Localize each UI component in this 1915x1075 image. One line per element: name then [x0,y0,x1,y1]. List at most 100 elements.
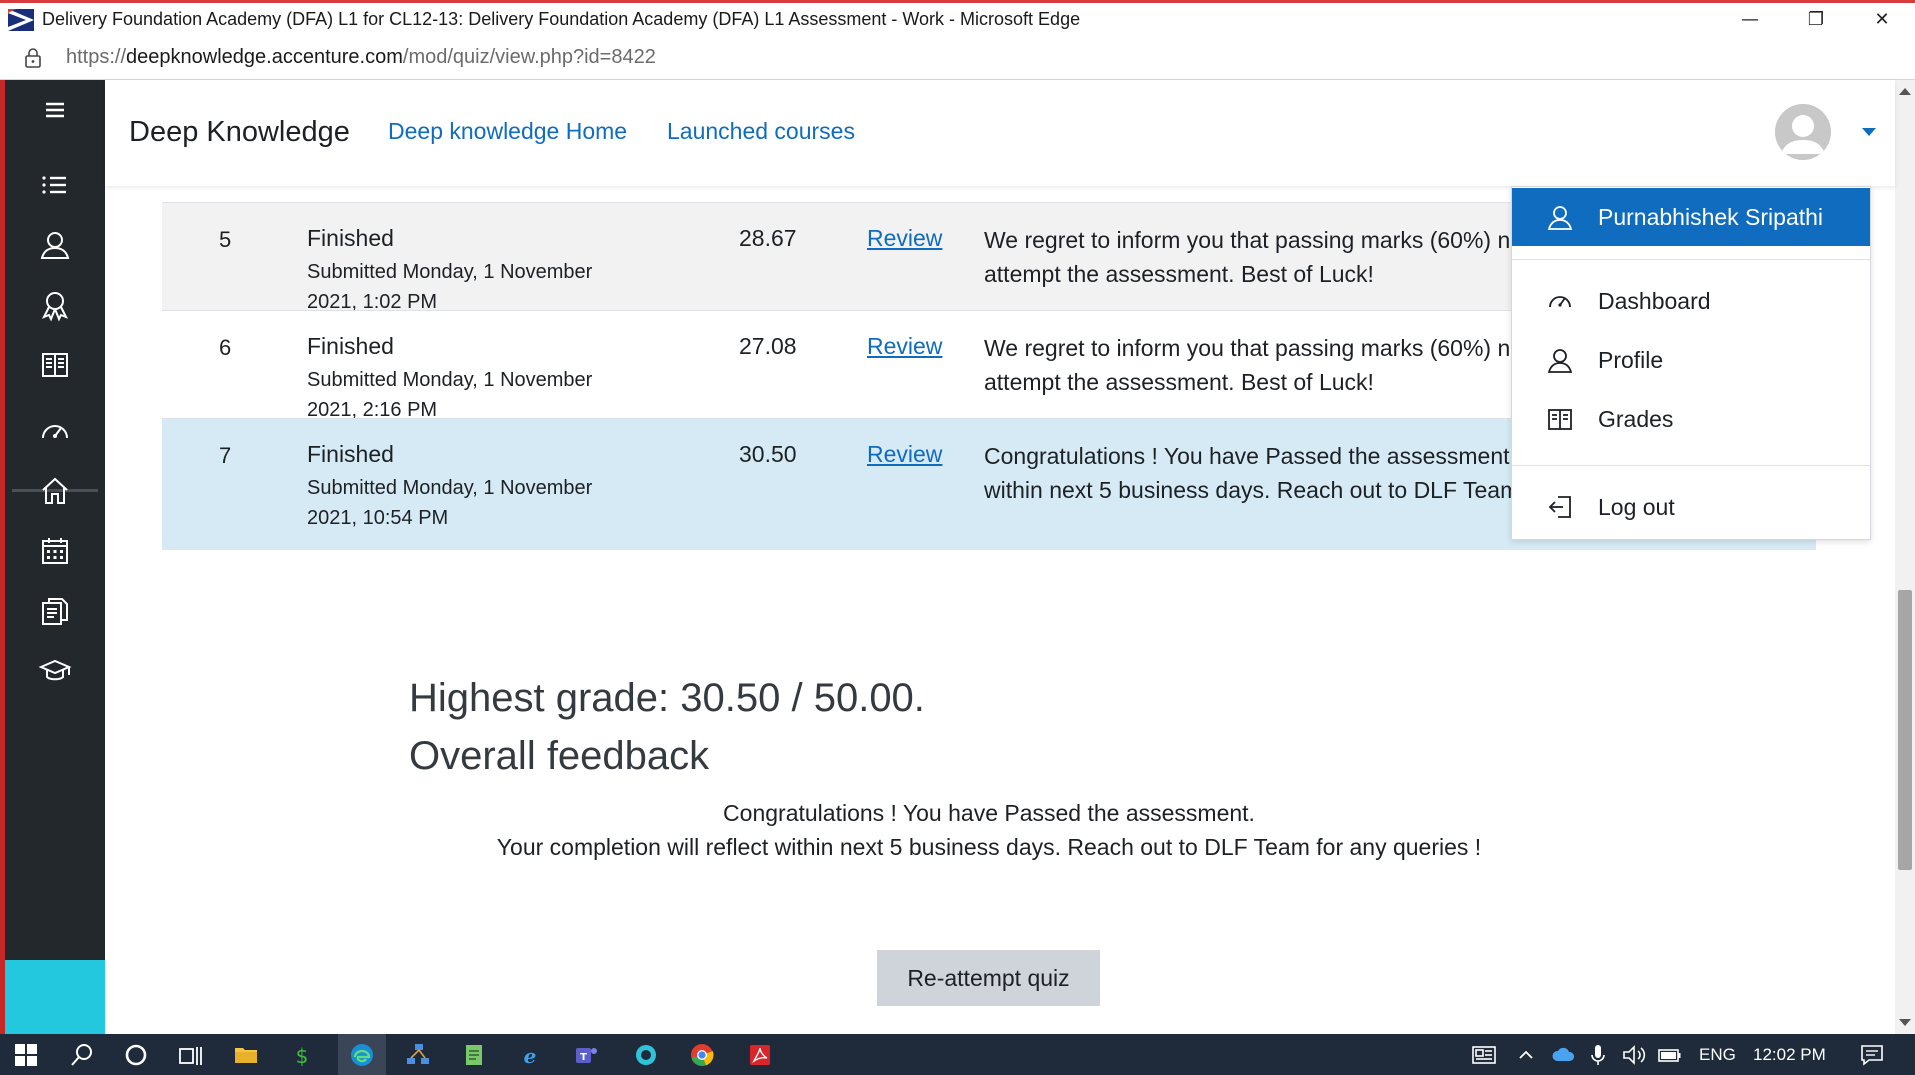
battery-button[interactable] [1646,1034,1694,1075]
attempt-grade: 28.67 [739,225,797,251]
overall-feedback-line: Congratulations ! You have Passed the as… [723,800,1255,826]
menu-divider [1512,259,1870,260]
home-icon [42,477,68,504]
address-bar[interactable]: https://deepknowledge.accenture.com/mod/… [0,36,1915,80]
webex-icon [636,1044,656,1065]
nav-course-index[interactable] [5,155,105,215]
nav-site-home[interactable] [5,461,105,521]
taskbar-network-app[interactable] [394,1034,442,1075]
review-link[interactable]: Review [867,441,942,468]
scroll-up-icon[interactable] [1899,88,1911,95]
scrollbar-thumb[interactable] [1898,590,1912,870]
menu-item-label: Dashboard [1598,287,1711,314]
nav-competencies[interactable] [5,335,105,395]
menu-item-dashboard[interactable]: Dashboard [1512,272,1870,330]
taskbar-acrobat[interactable] [736,1034,784,1075]
menu-item-grades[interactable]: Grades [1512,390,1870,448]
folder-icon [235,1047,257,1063]
attempt-grade: 30.50 [739,441,797,467]
review-link[interactable]: Review [867,225,942,252]
dashboard-icon [42,425,68,439]
taskbar-chrome[interactable] [678,1034,726,1075]
taskbar-money-app[interactable]: $ [278,1034,326,1075]
internet-explorer-icon: e [524,1044,537,1068]
page-scrollbar[interactable] [1895,80,1915,1034]
cortana-icon [125,1044,147,1065]
menu-divider [1512,465,1870,466]
nav-link-launched-courses[interactable]: Launched courses [667,118,855,145]
menu-item-label: Profile [1598,346,1664,373]
url-path: /mod/quiz/view.php?id=8422 [402,46,656,68]
url-host: deepknowledge.accenture.com [126,46,403,68]
attempt-submitted: Submitted Monday, 1 November 2021, 1:02 … [307,261,593,313]
attempt-number: 7 [219,443,232,468]
taskbar-file-explorer[interactable] [222,1034,270,1075]
scroll-down-icon[interactable] [1899,1019,1911,1026]
notifications-button[interactable] [1848,1034,1896,1075]
restore-button[interactable]: ❐ [1783,3,1849,36]
hamburger-menu-button[interactable] [5,80,105,140]
nav-my-courses[interactable] [5,641,105,701]
user-icon [40,232,70,259]
minimize-button[interactable]: — [1717,3,1783,36]
nav-participants[interactable] [5,215,105,275]
start-button[interactable] [2,1034,50,1075]
taskbar-internet-explorer[interactable]: e [506,1034,554,1075]
news-icon [1472,1045,1496,1064]
nav-link-home[interactable]: Deep knowledge Home [388,118,627,145]
close-button[interactable]: ✕ [1849,3,1915,36]
speaker-icon [1623,1044,1646,1065]
clock[interactable]: 12:02 PM [1753,1045,1826,1065]
attempt-state: Finished [307,333,394,359]
menu-item-label: Log out [1598,493,1675,520]
cortana-button[interactable] [112,1034,160,1075]
attempt-number: 5 [219,227,232,252]
lock-icon[interactable] [22,47,44,69]
window-titlebar: Delivery Foundation Academy (DFA) L1 for… [0,0,1915,36]
page-header: Deep Knowledge Deep knowledge Home Launc… [105,80,1895,186]
overall-feedback-text: Congratulations ! You have Passed the as… [162,796,1816,864]
windows-taskbar: $ e T ENG 12:02 PM [0,1034,1915,1075]
chevron-down-icon[interactable] [1862,128,1876,136]
reattempt-quiz-button[interactable]: Re-attempt quiz [877,950,1100,1006]
user-menu-profile-name[interactable]: Purnabhishek Sripathi [1512,188,1870,246]
nav-accent-block [5,960,105,1034]
attempt-grade: 27.08 [739,333,797,359]
review-link[interactable]: Review [867,333,942,360]
taskbar-webex[interactable] [622,1034,670,1075]
task-view-button[interactable] [166,1034,214,1075]
taskbar-notepad[interactable] [450,1034,498,1075]
user-name: Purnabhishek Sripathi [1598,203,1824,230]
url-field[interactable]: https://deepknowledge.accenture.com/mod/… [66,46,656,69]
battery-icon [1658,1048,1681,1062]
menu-item-logout[interactable]: Log out [1512,478,1870,536]
nav-badges[interactable] [5,275,105,335]
taskbar-teams[interactable]: T [562,1034,610,1075]
news-widget-button[interactable] [1460,1034,1508,1075]
calendar-icon [42,538,68,564]
language-indicator[interactable]: ENG [1699,1045,1736,1065]
dollar-icon: $ [296,1044,309,1068]
nav-dashboard[interactable] [5,401,105,461]
teams-icon: T [576,1047,597,1063]
edge-icon [351,1043,373,1066]
taskbar-search-button[interactable] [58,1034,106,1075]
site-brand[interactable]: Deep Knowledge [129,116,350,149]
attempt-submitted: Submitted Monday, 1 November 2021, 2:16 … [307,369,593,421]
attempt-state: Finished [307,441,394,467]
nav-calendar[interactable] [5,521,105,581]
attempt-state: Finished [307,225,394,251]
menu-item-profile[interactable]: Profile [1512,331,1870,389]
graduation-cap-icon [38,659,72,681]
nav-private-files[interactable] [5,581,105,641]
menu-item-label: Grades [1598,405,1674,432]
search-icon [71,1043,92,1066]
grades-book-icon [1548,409,1572,430]
taskbar-edge[interactable] [338,1034,386,1075]
edge-window-icon [8,8,34,31]
side-navigation [5,80,105,1034]
windows-logo-icon [15,1043,37,1066]
logout-icon [1548,496,1571,518]
user-avatar[interactable] [1775,104,1831,160]
dashboard-icon [1549,296,1571,308]
